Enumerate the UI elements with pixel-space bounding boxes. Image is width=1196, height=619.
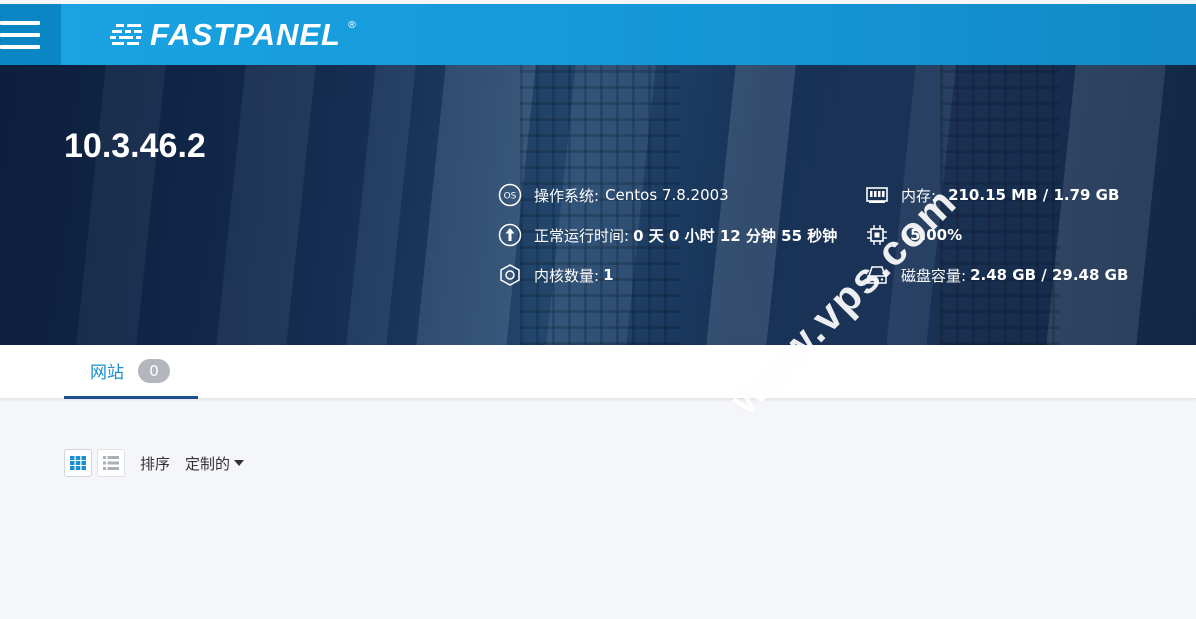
menu-button[interactable]: [0, 4, 61, 65]
server-ip: 10.3.46.2: [64, 127, 206, 165]
os-icon: OS: [498, 183, 522, 207]
fastpanel-logo[interactable]: FASTPANEL ®: [110, 17, 357, 52]
brand-name: FASTPANEL: [150, 17, 341, 52]
sort-dropdown[interactable]: 定制的: [185, 453, 245, 474]
menu-icon-line: [0, 20, 40, 25]
os-info: OS 操作系统: Centos 7.8.2003: [498, 183, 729, 207]
menu-icon-line: [0, 32, 40, 37]
cores-value: 1: [603, 266, 614, 284]
grid-view-icon: [70, 456, 86, 470]
uptime-label: 正常运行时间:: [534, 226, 630, 245]
cores-icon: [498, 263, 522, 287]
memory-icon: [865, 183, 889, 207]
view-toolbar: 排序 定制的: [64, 449, 245, 477]
tab-websites[interactable]: 网站 0: [64, 345, 198, 399]
os-label: 操作系统:: [534, 186, 600, 205]
cores-info: 内核数量: 1: [498, 263, 614, 287]
os-value: Centos 7.8.2003: [605, 186, 729, 204]
disk-label: 磁盘容量:: [901, 266, 967, 285]
cores-label: 内核数量:: [534, 266, 600, 285]
menu-icon-line: [0, 44, 40, 49]
tab-websites-label: 网站: [90, 363, 124, 383]
grid-view-button[interactable]: [64, 449, 92, 477]
server-hero: 10.3.46.2 OS 操作系统: Centos 7.8.2003 正常运行时…: [0, 65, 1196, 345]
sort-label: 排序: [140, 454, 171, 473]
memory-value: 210.15 MB / 1.79 GB: [948, 186, 1120, 204]
top-bar: FASTPANEL ®: [0, 4, 1196, 65]
uptime-info: 正常运行时间: 0 天 0 小时 12 分钟 55 秒钟: [498, 223, 837, 247]
uptime-value: 0 天 0 小时 12 分钟 55 秒钟: [633, 226, 838, 245]
uptime-icon: [498, 223, 522, 247]
tab-websites-count-badge: 0: [138, 358, 170, 383]
list-view-button[interactable]: [97, 449, 125, 477]
list-view-icon: [103, 456, 119, 470]
caret-down-icon: [234, 460, 245, 466]
sort-dropdown-value: 定制的: [185, 454, 231, 473]
svg-text:OS: OS: [504, 192, 517, 202]
registered-mark: ®: [347, 20, 357, 31]
tab-bar: 网站 0: [0, 345, 1196, 399]
disk-value: 2.48 GB / 29.48 GB: [970, 266, 1129, 284]
fastpanel-logo-icon: [110, 24, 142, 45]
memory-info: 内存: 210.15 MB / 1.79 GB: [865, 183, 1119, 207]
